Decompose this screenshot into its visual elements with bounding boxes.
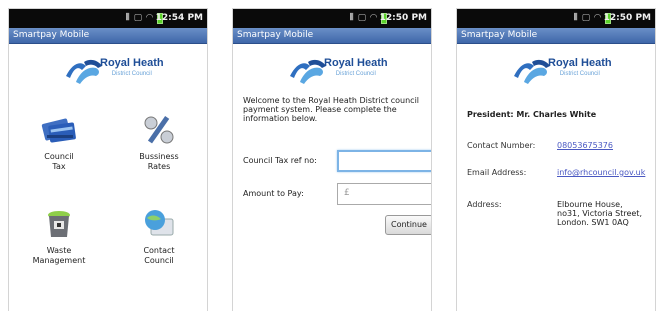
phone-screen-contact: ⦀ ▢ ◠ 12:50 PM Smartpay Mobile Royal Hea… [456, 8, 656, 311]
signal-icon: ⦀ [125, 13, 130, 23]
menu-label: Bussiness Rates [139, 152, 179, 171]
menu-label: Council Tax [44, 152, 74, 171]
status-time: 12:54 PM [155, 13, 203, 23]
amount-row: Amount to Pay: £ [243, 183, 431, 207]
president-name: President: Mr. Charles White [467, 110, 597, 119]
logo-subtitle: District Council [111, 71, 152, 77]
hands-logo-icon [514, 59, 550, 84]
welcome-text: Welcome to the Royal Heath District coun… [243, 96, 420, 123]
app-title-bar: Smartpay Mobile [457, 28, 655, 44]
address-value: Elbourne House, no31, Victoria Street, L… [557, 200, 642, 227]
credit-cards-icon [41, 118, 76, 143]
signal-icon: ⦀ [349, 13, 354, 23]
logo-subtitle: District Council [559, 71, 600, 77]
sim-icon: ▢ [357, 13, 367, 23]
menu-contact-council[interactable]: Contact Council [119, 209, 199, 266]
waste-bin-icon [48, 211, 70, 237]
field-label: Amount to Pay: [243, 189, 304, 198]
phone-number-link[interactable]: 08053675376 [557, 141, 613, 150]
signal-icon: ⦀ [573, 13, 578, 23]
logo-title: Royal Heath [548, 57, 612, 69]
percent-icon [144, 115, 174, 144]
status-bar: ⦀ ▢ ◠ 12:50 PM [233, 9, 431, 28]
app-title-bar: Smartpay Mobile [233, 28, 431, 44]
contact-label: Email Address: [467, 168, 527, 177]
contact-number-row: Contact Number: 08053675376 [467, 141, 655, 153]
menu-waste-management[interactable]: Waste Management [19, 209, 99, 266]
phone-screen-menu: ⦀ ▢ ◠ 12:54 PM Smartpay Mobile Royal Hea… [8, 8, 208, 311]
council-logo: Royal Heath District Council [457, 54, 655, 94]
logo-title: Royal Heath [100, 57, 164, 69]
logo-title: Royal Heath [324, 57, 388, 69]
contact-label: Contact Number: [467, 141, 536, 150]
council-logo: Royal Heath District Council [233, 54, 431, 94]
app-title-bar: Smartpay Mobile [9, 28, 207, 44]
council-logo: Royal Heath District Council [9, 54, 207, 94]
menu-label: Waste Management [32, 246, 86, 265]
hands-logo-icon [290, 59, 326, 84]
field-label: Council Tax ref no: [243, 156, 317, 165]
menu-business-rates[interactable]: Bussiness Rates [119, 115, 199, 172]
logo-subtitle: District Council [335, 71, 376, 77]
status-time: 12:50 PM [603, 13, 651, 23]
menu-council-tax[interactable]: Council Tax [19, 115, 99, 172]
sim-icon: ▢ [133, 13, 143, 23]
address-row: Address: Elbourne House, no31, Victoria … [467, 200, 655, 232]
status-bar: ⦀ ▢ ◠ 12:54 PM [9, 9, 207, 28]
hands-logo-icon [66, 59, 102, 84]
contact-label: Address: [467, 200, 502, 209]
email-link[interactable]: info@rhcouncil.gov.uk [557, 168, 645, 177]
phone-screen-payment: ⦀ ▢ ◠ 12:50 PM Smartpay Mobile Royal Hea… [232, 8, 432, 311]
wifi-icon: ◠ [370, 13, 377, 23]
council-tax-ref-row: Council Tax ref no: [243, 150, 431, 174]
council-tax-ref-input[interactable] [337, 150, 431, 172]
menu-label: Contact Council [143, 246, 175, 265]
sim-icon: ▢ [581, 13, 591, 23]
contact-globe-icon [145, 210, 174, 236]
continue-button[interactable]: Continue [385, 215, 431, 235]
status-time: 12:50 PM [379, 13, 427, 23]
wifi-icon: ◠ [594, 13, 601, 23]
status-bar: ⦀ ▢ ◠ 12:50 PM [457, 9, 655, 28]
wifi-icon: ◠ [146, 13, 153, 23]
email-row: Email Address: info@rhcouncil.gov.uk [467, 168, 655, 180]
amount-input[interactable]: £ [337, 183, 431, 205]
